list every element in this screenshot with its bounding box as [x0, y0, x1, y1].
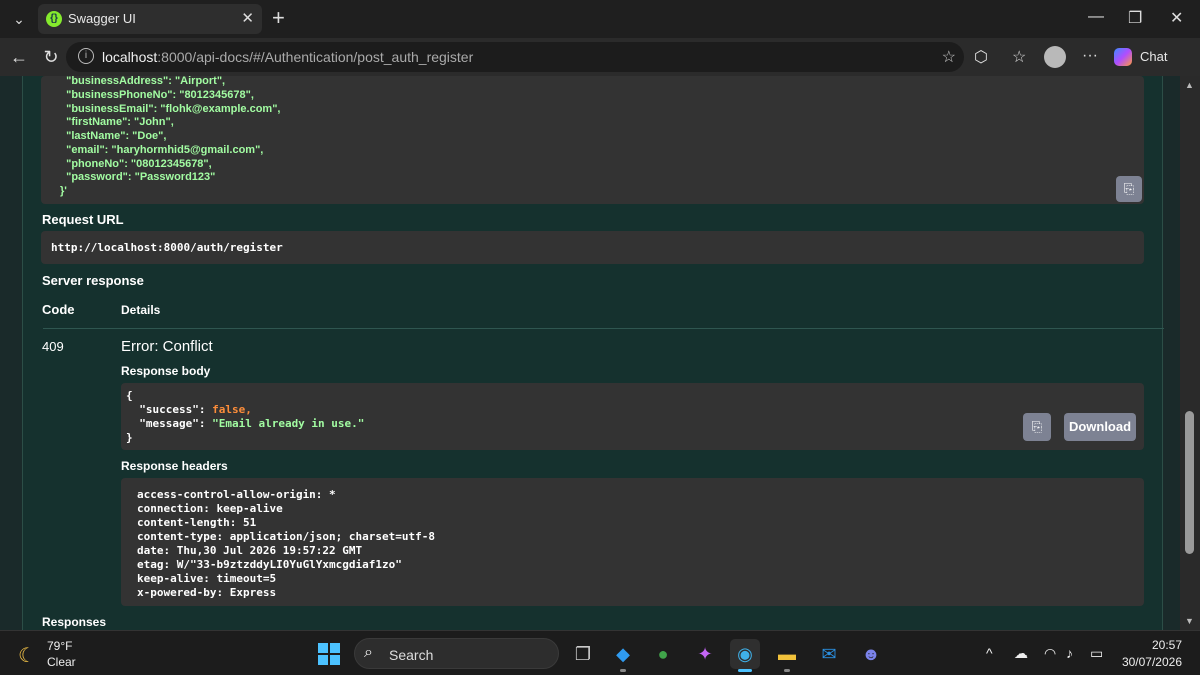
request-url-block: http://localhost:8000/auth/register [41, 231, 1144, 264]
tab-actions-chevron-icon[interactable]: ⌄ [6, 7, 32, 31]
clock-date[interactable]: 30/07/2026 [1112, 655, 1182, 669]
task-view-icon[interactable]: ❐ [568, 639, 598, 669]
header-line: content-length: 51 [137, 516, 257, 529]
mongodb-compass-icon[interactable]: ● [648, 639, 678, 669]
code-column-header: Code [42, 302, 75, 317]
site-info-icon[interactable]: i [78, 48, 94, 64]
weather-condition[interactable]: Clear [47, 655, 76, 669]
header-line: content-type: application/json; charset=… [137, 530, 436, 543]
divider [43, 328, 1164, 329]
json-line: "message": "Email already in use." [126, 417, 365, 430]
json-line: } [126, 431, 133, 444]
scroll-thumb[interactable] [1185, 411, 1194, 554]
tab-title: Swagger UI [68, 11, 136, 26]
minimize-icon[interactable]: — [1088, 8, 1104, 26]
code-line: "businessPhoneNo": "8012345678", [60, 89, 254, 101]
clock-time[interactable]: 20:57 [1140, 638, 1182, 652]
windows-taskbar: ☾ 79°F Clear ⌕ Search ❐ ◆ ● ✦ ◉ ▬ ✉ ☻ ^ … [0, 630, 1200, 675]
search-icon: ⌕ [364, 644, 373, 661]
browser-tab[interactable]: {} Swagger UI ✕ [38, 4, 262, 34]
code-line: "email": "haryhormhid5@gmail.com", [60, 144, 264, 156]
response-headers-label: Response headers [121, 459, 228, 473]
response-headers-block: access-control-allow-origin: * connectio… [121, 478, 1144, 606]
curl-code-block: "businessAddress": "Airport", "businessP… [41, 76, 1144, 204]
code-line: }' [60, 185, 67, 197]
copilot-chat-button[interactable]: Chat [1110, 46, 1170, 68]
file-explorer-icon[interactable]: ▬ [772, 639, 802, 672]
extensions-puzzle-icon[interactable]: ⬡ [974, 47, 988, 67]
profile-avatar[interactable] [1044, 46, 1066, 68]
weather-temperature[interactable]: 79°F [47, 639, 72, 653]
header-line: access-control-allow-origin: * [137, 488, 336, 501]
moon-weather-icon[interactable]: ☾ [18, 643, 36, 668]
code-line: "password": "Password123" [60, 171, 216, 183]
teams-icon[interactable]: ☻ [856, 639, 886, 669]
search-label: Search [389, 647, 434, 663]
close-window-icon[interactable]: ✕ [1170, 8, 1183, 28]
responses-heading: Responses [42, 615, 107, 629]
copilot-logo-icon [1114, 48, 1132, 66]
header-line: keep-alive: timeout=5 [137, 572, 277, 585]
new-tab-plus-icon[interactable]: + [272, 6, 285, 30]
outlook-icon[interactable]: ✉ [814, 639, 844, 669]
json-line: { [126, 389, 133, 402]
code-line: "firstName": "John", [60, 116, 174, 128]
browser-toolbar: ← ↻ i localhost:8000/api-docs/#/Authenti… [0, 38, 1200, 76]
wifi-icon[interactable]: ◠ [1044, 645, 1056, 662]
details-column-header: Details [121, 303, 161, 317]
volume-icon[interactable]: ♪ [1066, 645, 1073, 661]
start-windows-icon[interactable] [318, 643, 340, 665]
server-response-label: Server response [42, 273, 144, 288]
url-text[interactable]: localhost:8000/api-docs/#/Authentication… [102, 49, 473, 65]
taskbar-search[interactable]: ⌕ Search [354, 638, 559, 669]
battery-icon[interactable]: ▭ [1090, 645, 1103, 662]
copy-response-icon[interactable]: ⎘ [1023, 413, 1051, 441]
request-url-value: http://localhost:8000/auth/register [51, 241, 283, 254]
error-title: Error: Conflict [121, 338, 213, 355]
edge-browser-icon[interactable]: ◉ [730, 639, 760, 672]
favorite-star-icon[interactable]: ☆ [942, 47, 956, 67]
vscode-icon[interactable]: ◆ [608, 639, 638, 672]
header-line: x-powered-by: Express [137, 586, 277, 599]
address-bar[interactable]: i localhost:8000/api-docs/#/Authenticati… [66, 42, 964, 72]
header-line: date: Thu,30 Jul 2026 19:57:22 GMT [137, 544, 363, 557]
tab-close-icon[interactable]: ✕ [241, 9, 254, 27]
show-hidden-icons-chevron-icon[interactable]: ^ [986, 645, 993, 661]
browser-tab-bar: ⌄ {} Swagger UI ✕ + — ❐ ✕ [0, 0, 1200, 38]
copilot-icon[interactable]: ✦ [690, 639, 720, 669]
code-line: "businessEmail": "flohk@example.com", [60, 103, 281, 115]
json-line: "success": false, [126, 403, 252, 416]
response-body-block: { "success": false, "message": "Email al… [121, 383, 1144, 450]
chat-label: Chat [1140, 49, 1168, 64]
favorites-icon[interactable]: ☆ [1012, 47, 1026, 67]
page-scrollbar[interactable]: ▲ ▼ [1180, 76, 1200, 630]
response-body-label: Response body [121, 364, 211, 378]
code-line: "lastName": "Doe", [60, 130, 167, 142]
code-line: "businessAddress": "Airport", [60, 76, 226, 87]
onedrive-cloud-icon[interactable]: ☁ [1014, 645, 1028, 662]
request-url-label: Request URL [42, 212, 124, 227]
header-line: etag: W/"33-b9ztzddyLI0YuGlYxmcgdiaf1zo" [137, 558, 402, 571]
copy-curl-icon[interactable]: ⎘ [1116, 176, 1142, 202]
swagger-favicon-icon: {} [46, 11, 62, 27]
response-code: 409 [42, 339, 64, 354]
swagger-operation-panel: "businessAddress": "Airport", "businessP… [22, 76, 1164, 630]
header-line: connection: keep-alive [137, 502, 283, 515]
scroll-up-arrow-icon[interactable]: ▲ [1185, 80, 1194, 90]
page-content: "businessAddress": "Airport", "businessP… [0, 76, 1200, 630]
reload-icon[interactable]: ↻ [40, 46, 62, 68]
restore-icon[interactable]: ❐ [1128, 8, 1142, 28]
download-button[interactable]: Download [1064, 413, 1136, 441]
scroll-down-arrow-icon[interactable]: ▼ [1185, 616, 1194, 626]
code-line: "phoneNo": "08012345678", [60, 158, 212, 170]
more-menu-icon[interactable]: ··· [1082, 47, 1098, 65]
back-arrow-icon[interactable]: ← [8, 46, 30, 68]
